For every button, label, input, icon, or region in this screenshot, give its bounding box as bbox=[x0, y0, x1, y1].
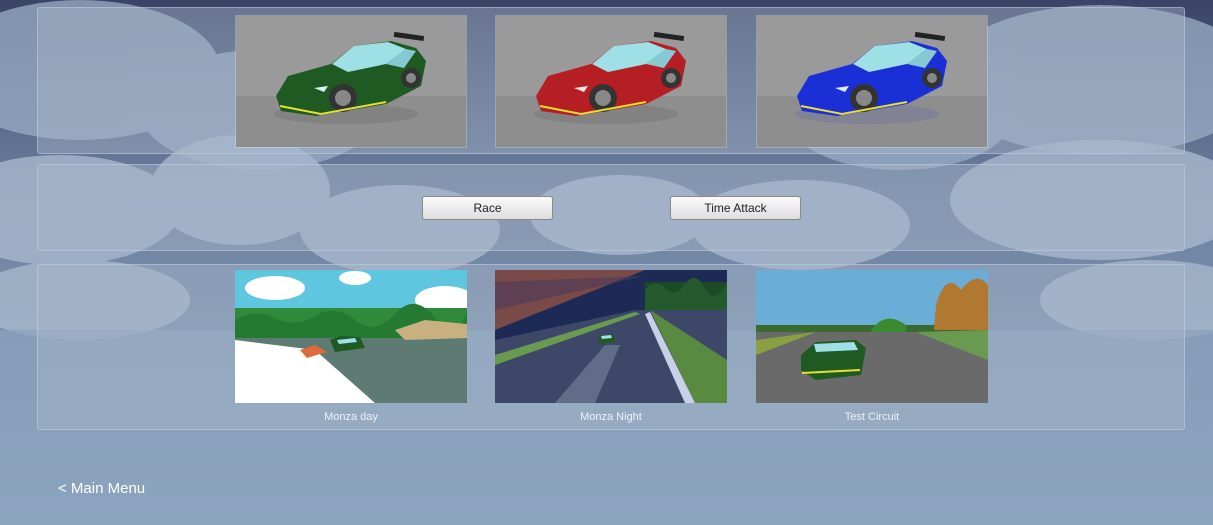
track-caption: Monza Night bbox=[580, 411, 642, 423]
monza-day-preview bbox=[235, 270, 467, 403]
race-button[interactable]: Race bbox=[422, 196, 553, 220]
track-option-monza-night[interactable] bbox=[495, 270, 727, 403]
car-option-blue[interactable] bbox=[756, 15, 988, 148]
red-car-preview bbox=[496, 16, 726, 147]
mode-selection-panel: Race Time Attack bbox=[37, 164, 1185, 251]
car-option-green[interactable] bbox=[235, 15, 467, 148]
time-attack-button[interactable]: Time Attack bbox=[670, 196, 801, 220]
test-circuit-preview bbox=[756, 270, 988, 403]
blue-car-preview bbox=[757, 16, 987, 147]
car-selection-panel bbox=[37, 7, 1185, 154]
green-car-preview bbox=[236, 16, 466, 147]
track-caption: Monza day bbox=[324, 411, 378, 423]
car-option-red[interactable] bbox=[495, 15, 727, 148]
track-option-monza-day[interactable] bbox=[235, 270, 467, 403]
track-selection-panel: Monza day Monza Night Test Circuit bbox=[37, 264, 1185, 430]
main-menu-link[interactable]: < Main Menu bbox=[58, 480, 145, 497]
track-option-test-circuit[interactable] bbox=[756, 270, 988, 403]
track-caption: Test Circuit bbox=[844, 411, 900, 423]
monza-night-preview bbox=[495, 270, 727, 403]
